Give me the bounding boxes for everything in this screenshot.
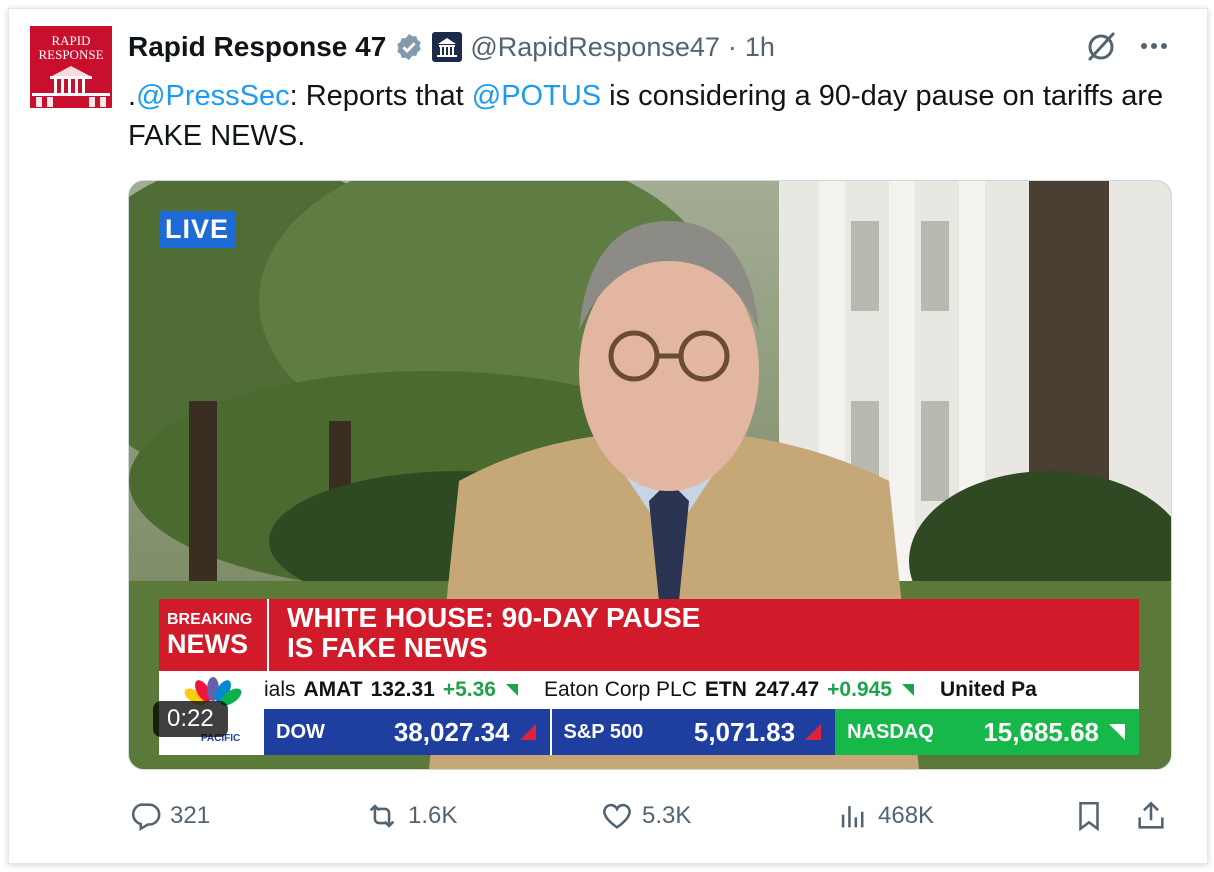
repost-icon <box>369 804 395 828</box>
avatar-text-line2: RESPONSE <box>38 47 104 62</box>
ticker-up-arrow-icon <box>901 684 914 696</box>
ticker-price: 132.31 <box>370 678 435 701</box>
ticker-symbol: AMAT <box>303 678 363 701</box>
author-handle[interactable]: @RapidResponse47 <box>470 32 720 63</box>
ticker-company: United Pa <box>939 678 1037 701</box>
stock-ticker: ials AMAT 132.31 +5.36 Eaton Corp PLC ET… <box>264 671 1139 709</box>
mention-potus[interactable]: @POTUS <box>472 80 601 112</box>
up-arrow-icon <box>1109 724 1126 740</box>
share-button[interactable] <box>1134 796 1168 836</box>
avatar[interactable]: RAPID RESPONSE <box>30 26 112 108</box>
live-badge: LIVE <box>159 211 236 248</box>
headline: WHITE HOUSE: 90-DAY PAUSE IS FAKE NEWS <box>287 603 700 663</box>
index-dow: DOW 38,027.34 <box>264 709 550 755</box>
verified-badge-icon[interactable] <box>394 32 424 62</box>
ticker-change: +0.945 <box>827 678 892 701</box>
tweet-header: Rapid Response 47 @RapidResponse47 · 1h <box>128 30 775 64</box>
ticker-text: ials <box>264 678 296 701</box>
avatar-text-line1: RAPID <box>51 33 91 48</box>
market-indices: DOW 38,027.34 S&P 500 5,071.83 NASDAQ 15… <box>264 709 1140 755</box>
mention-presssec[interactable]: @PressSec <box>136 80 290 112</box>
index-name: NASDAQ <box>847 720 934 743</box>
reply-button[interactable]: 321 <box>128 796 210 836</box>
timestamp[interactable]: 1h <box>745 32 775 63</box>
tweet-text: .@PressSec: Reports that @POTUS is consi… <box>128 76 1188 156</box>
repost-button[interactable]: 1.6K <box>364 796 457 836</box>
views-count: 468K <box>878 802 935 829</box>
video-duration: 0:22 <box>153 701 228 737</box>
views-chart-icon <box>841 806 864 828</box>
like-button[interactable]: 5.3K <box>600 796 691 836</box>
ticker-change: +5.36 <box>442 678 496 701</box>
ticker-company: Eaton Corp PLC <box>543 678 697 701</box>
breaking-label-box: BREAKING NEWS <box>159 599 269 671</box>
heart-icon <box>603 803 631 829</box>
text-prefix: . <box>128 80 137 112</box>
text-part1: : Reports that <box>289 80 472 112</box>
headline-line2: IS FAKE NEWS <box>287 632 488 663</box>
like-count: 5.3K <box>642 802 692 829</box>
news-label: NEWS <box>167 629 248 659</box>
index-value: 38,027.34 <box>393 716 510 747</box>
white-house-icon <box>32 66 110 107</box>
headline-line1: WHITE HOUSE: 90-DAY PAUSE <box>287 602 701 633</box>
down-arrow-icon <box>805 724 822 740</box>
index-name: DOW <box>276 720 325 743</box>
breaking-label: BREAKING <box>167 611 253 628</box>
video-player[interactable]: LIVE BREAKING NEWS WHITE HOUSE: 90-DAY P… <box>128 180 1172 770</box>
index-sp500: S&P 500 5,071.83 <box>549 709 836 755</box>
action-bar: 321 1.6K 5.3K 468K <box>128 796 1188 836</box>
ticker-price: 247.47 <box>754 678 820 701</box>
repost-count: 1.6K <box>408 802 458 829</box>
breaking-news-banner: BREAKING NEWS WHITE HOUSE: 90-DAY PAUSE … <box>159 599 1139 671</box>
index-name: S&P 500 <box>563 720 644 743</box>
bookmark-icon <box>1079 801 1099 832</box>
ticker-up-arrow-icon <box>505 684 518 696</box>
author-name[interactable]: Rapid Response 47 <box>128 31 386 63</box>
bookmark-button[interactable] <box>1072 796 1106 836</box>
share-icon <box>1138 801 1164 829</box>
more-options-icon[interactable] <box>1138 30 1170 62</box>
down-arrow-icon <box>519 724 536 740</box>
separator-dot: · <box>727 31 737 62</box>
index-nasdaq: NASDAQ 15,685.68 <box>835 709 1140 755</box>
grok-icon[interactable] <box>1084 30 1118 64</box>
reply-count: 321 <box>170 802 211 829</box>
government-affiliation-icon[interactable] <box>432 32 463 62</box>
reply-icon <box>131 803 161 832</box>
views-button[interactable]: 468K <box>836 796 934 836</box>
ticker-symbol: ETN <box>704 678 747 701</box>
index-value: 15,685.68 <box>983 716 1100 747</box>
index-value: 5,071.83 <box>693 716 796 747</box>
